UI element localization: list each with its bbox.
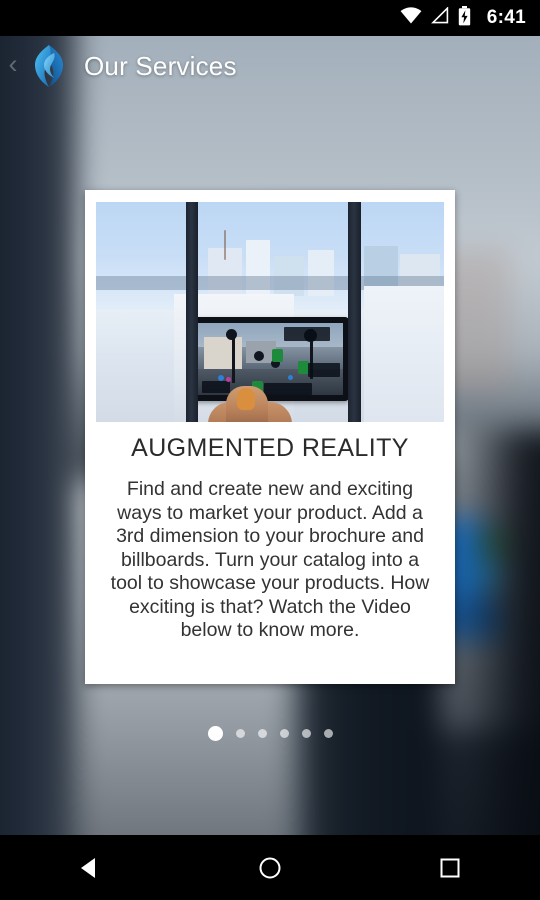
pager-dot[interactable] [235,729,245,738]
photo-phone-screen [198,323,343,395]
service-card[interactable]: AUGMENTED REALITY Find and create new an… [85,190,455,684]
ar-marker-dot [218,375,224,381]
bg-right-shadow [460,430,540,900]
ar-marker-dot [288,375,293,380]
ar-marker-dot [226,329,237,340]
pager-dots[interactable] [0,726,540,741]
app-bar: ‹ Our Services [0,36,540,96]
card-title: AUGMENTED REALITY [131,434,409,462]
pager-dot[interactable] [323,729,333,738]
wifi-icon [400,7,422,29]
bg-window-mullion-left [0,0,78,900]
pager-dot[interactable] [301,729,311,738]
photo-thumbnail [237,388,255,410]
ar-info-label [308,363,340,377]
ar-poi-chip [272,349,283,362]
home-button[interactable] [225,835,315,900]
page-title: Our Services [84,50,237,81]
status-bar-clock: 6:41 [486,7,526,28]
ar-info-label [264,383,312,395]
photo-window-frame-left [186,202,198,422]
android-nav-bar [0,835,540,900]
card-description: Find and create new and exciting ways to… [110,478,430,641]
status-bar-icons: 6:41 [400,5,526,31]
photo-foreground-building [364,286,444,422]
recents-button[interactable] [405,835,495,900]
ar-marker-dot [254,351,264,361]
back-button[interactable] [45,835,135,900]
back-chevron-icon[interactable]: ‹ [0,51,26,81]
ar-marker-dot [226,377,231,382]
cellular-signal-icon [430,6,449,29]
photo-crane [224,230,226,260]
pager-dot-active[interactable] [207,726,223,741]
app-screen: 6:41 ‹ Our Services AUGMENTED REALITY Fi… [0,0,540,900]
photo-smartphone [192,317,349,401]
pager-dot[interactable] [279,729,289,738]
ar-info-label [202,381,230,393]
augmented-reality-photo [96,202,444,422]
photo-window-frame-right [348,202,361,422]
status-bar: 6:41 [0,0,540,36]
app-logo-icon[interactable] [26,44,72,88]
pager-dot[interactable] [257,729,267,738]
battery-charging-icon [458,5,471,31]
ar-info-label [284,327,330,341]
